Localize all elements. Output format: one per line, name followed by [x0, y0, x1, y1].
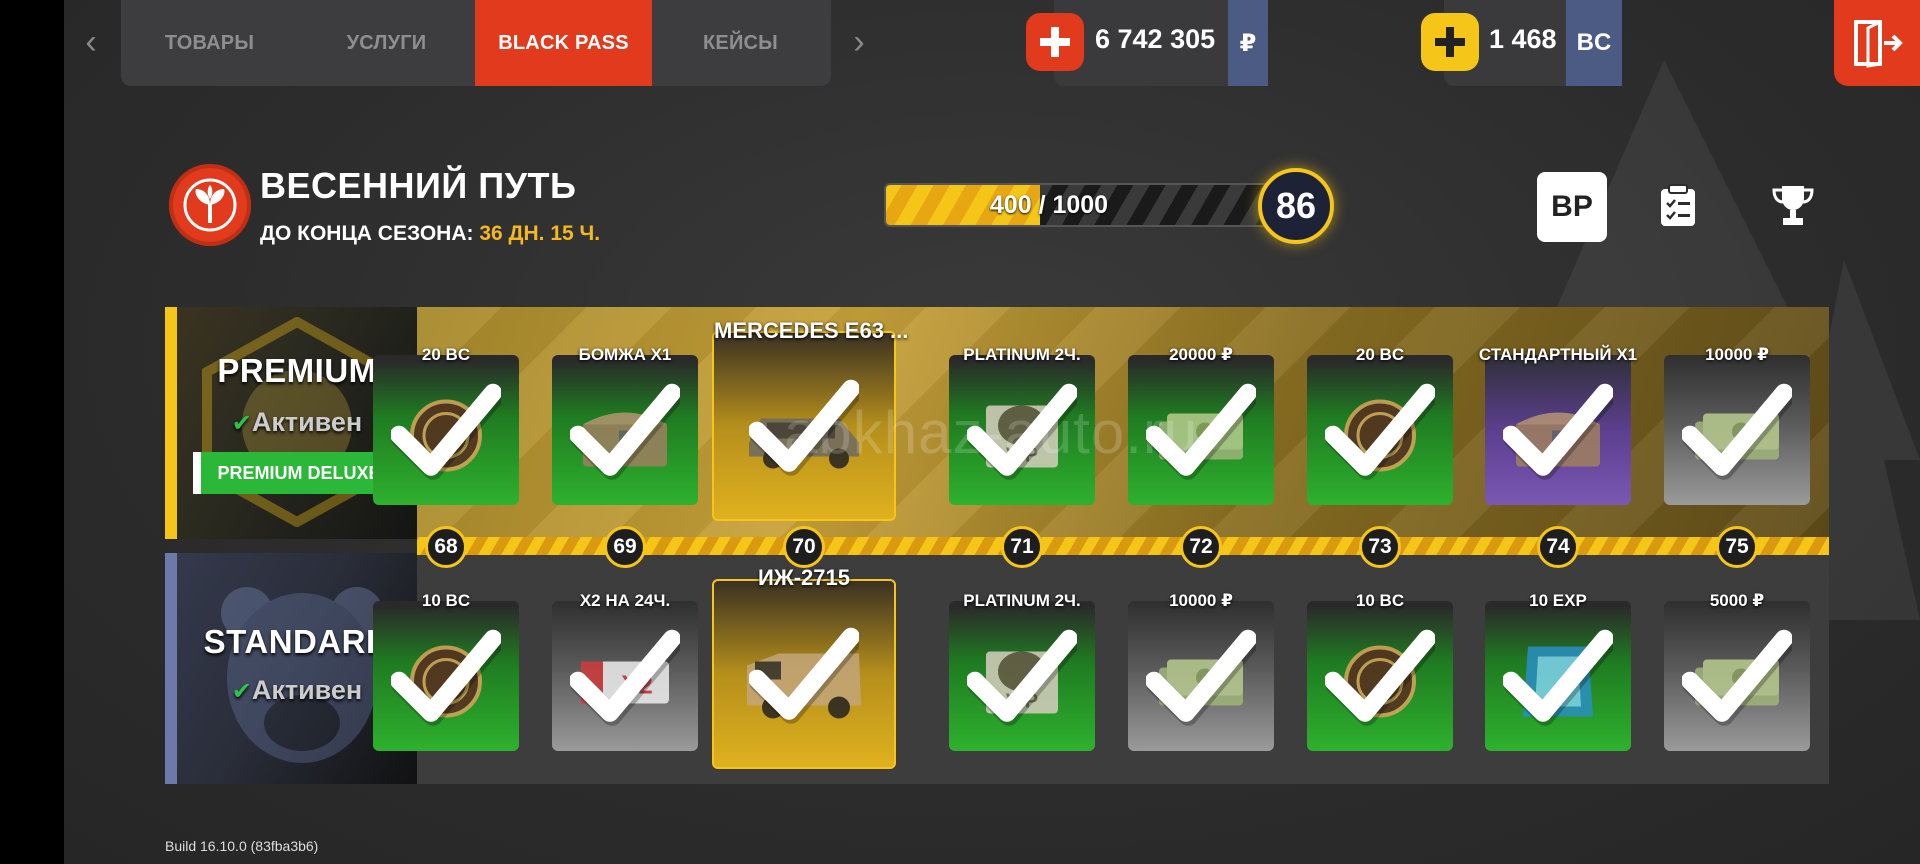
rubles-value: 6 742 305	[1095, 24, 1216, 54]
standard-reward-title: 10 BC	[1355, 591, 1405, 610]
level-number: 71	[1001, 526, 1043, 568]
premium-reward-title: 10000 ₽	[1705, 345, 1769, 364]
standard-reward-card[interactable]	[1128, 601, 1274, 751]
current-level-badge: 86	[1258, 168, 1334, 244]
standard-reward-card[interactable]	[1664, 601, 1810, 751]
level-number: 70	[783, 526, 825, 568]
standard-reward-card[interactable]	[1485, 601, 1631, 751]
level-number: 73	[1359, 526, 1401, 568]
premium-reward-card[interactable]	[1664, 355, 1810, 505]
claimed-check-icon	[1681, 383, 1796, 488]
rubles-unit: ₽	[1228, 0, 1268, 86]
standard-reward-title: 10 BC	[421, 591, 471, 610]
countdown-value: 36 ДН. 15 Ч.	[479, 222, 601, 245]
chevron-right-icon[interactable]: ›	[844, 22, 874, 62]
standard-reward-card[interactable]	[1307, 601, 1453, 751]
tab-black-pass[interactable]: BLACK PASS	[475, 0, 652, 86]
claimed-check-icon	[390, 383, 505, 488]
chevron-left-icon[interactable]: ‹	[76, 22, 106, 62]
premium-reward-card[interactable]	[1307, 355, 1453, 505]
watermark: abkhaz-auto.ru	[784, 399, 1199, 466]
standard-reward-card[interactable]	[373, 601, 519, 751]
shop-tabs: ТОВАРЫ УСЛУГИ BLACK PASS КЕЙСЫ	[121, 0, 831, 86]
claimed-check-icon	[569, 629, 684, 734]
claimed-check-icon	[390, 629, 505, 734]
claimed-check-icon	[1145, 629, 1260, 734]
premium-reward-title: 20000 ₽	[1169, 345, 1233, 364]
exit-button[interactable]	[1834, 0, 1920, 86]
countdown-label: ДО КОНЦА СЕЗОНА:	[260, 222, 474, 245]
standard-reward-title: PLATINUM 2Ч.	[963, 591, 1081, 610]
battle-pass-screen: ‹ ТОВАРЫ УСЛУГИ BLACK PASS КЕЙСЫ › 6 742…	[64, 0, 1920, 864]
level-number: 74	[1537, 526, 1579, 568]
standard-reward-title: 10000 ₽	[1169, 591, 1233, 610]
add-bc-button[interactable]	[1421, 13, 1479, 71]
season-progress-bar: 400 / 1000	[884, 183, 1274, 227]
claimed-check-icon	[1324, 629, 1439, 734]
level-number: 68	[425, 526, 467, 568]
checklist-icon[interactable]	[1658, 184, 1698, 233]
standard-reward-title: ИЖ-2715	[758, 565, 850, 590]
progress-text: 400 / 1000	[989, 190, 1109, 219]
premium-reward-title: PLATINUM 2Ч.	[963, 345, 1081, 364]
standard-reward-title: 5000 ₽	[1709, 591, 1765, 610]
build-version: Build 16.10.0 (83fba3b6)	[165, 838, 319, 854]
claimed-check-icon	[569, 383, 684, 488]
sprout-icon	[183, 178, 237, 232]
trophy-icon[interactable]	[1770, 182, 1816, 233]
premium-reward-title: MERCEDES E63 ...	[714, 318, 909, 343]
premium-reward-title: 20 BC	[421, 345, 471, 364]
premium-reward-card[interactable]	[1485, 355, 1631, 505]
plus-icon	[1435, 27, 1465, 57]
add-rubles-button[interactable]	[1026, 13, 1084, 71]
standard-reward-title: X2 НА 24Ч.	[579, 591, 671, 610]
premium-deluxe-button[interactable]: PREMIUM DELUXE	[193, 452, 397, 494]
level-number: 75	[1716, 526, 1758, 568]
premium-reward-title: СТАНДАРТНЫЙ X1	[1478, 345, 1638, 364]
premium-reward-card[interactable]	[552, 355, 698, 505]
level-number: 69	[604, 526, 646, 568]
season-logo	[169, 164, 251, 246]
claimed-check-icon	[1681, 629, 1796, 734]
level-number: 72	[1180, 526, 1222, 568]
claimed-check-icon	[1502, 629, 1617, 734]
tab-cases[interactable]: КЕЙСЫ	[652, 0, 829, 86]
claimed-check-icon	[966, 629, 1081, 734]
exit-door-icon	[1854, 20, 1903, 68]
premium-reward-title: БОМЖА X1	[578, 345, 672, 364]
tab-services[interactable]: УСЛУГИ	[298, 0, 475, 86]
claimed-check-icon	[1324, 383, 1439, 488]
season-title: ВЕСЕННИЙ ПУТЬ	[260, 165, 577, 206]
claimed-check-icon	[1502, 383, 1617, 488]
bc-unit: BC	[1566, 0, 1622, 86]
standard-reward-card[interactable]: VIP	[949, 601, 1095, 751]
plus-icon	[1040, 27, 1070, 57]
premium-reward-title: 20 BC	[1355, 345, 1405, 364]
season-countdown: ДО КОНЦА СЕЗОНА: 36 ДН. 15 Ч.	[260, 222, 600, 246]
claimed-check-icon	[748, 627, 863, 732]
bc-value: 1 468	[1489, 24, 1557, 54]
standard-reward-card[interactable]	[712, 579, 896, 769]
standard-reward-card[interactable]: X2	[552, 601, 698, 751]
premium-reward-card[interactable]	[373, 355, 519, 505]
tab-goods[interactable]: ТОВАРЫ	[121, 0, 298, 86]
standard-reward-title: 10 EXP	[1529, 591, 1587, 610]
bp-button[interactable]: BP	[1537, 172, 1607, 242]
